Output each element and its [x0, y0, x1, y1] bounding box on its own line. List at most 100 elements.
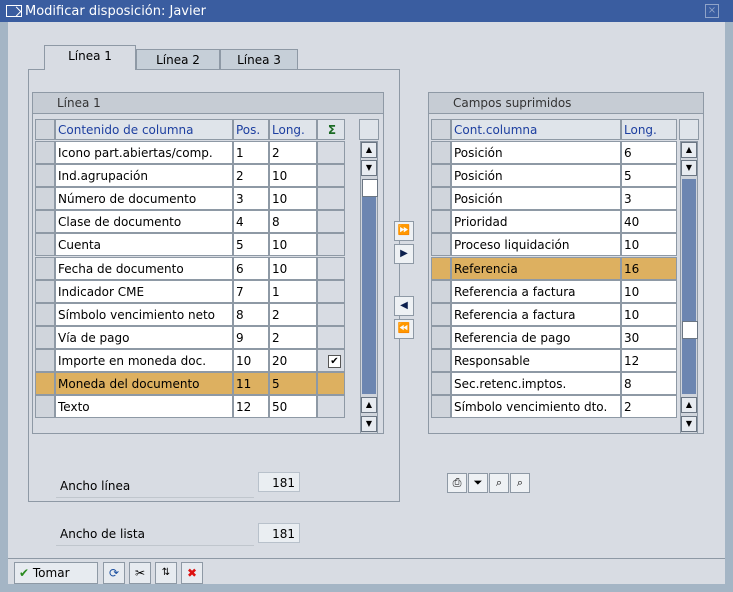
content-cell[interactable]: Importe en moneda doc. [55, 348, 233, 372]
content-cell[interactable]: Fecha de documento [55, 256, 233, 280]
scroll-down-icon[interactable]: ▼ [361, 416, 377, 432]
row-selector[interactable] [431, 302, 451, 326]
len-cell[interactable]: 5 [269, 372, 317, 395]
row-selector[interactable] [431, 164, 451, 188]
move-right-icon[interactable]: ▶ [394, 244, 414, 264]
row-selector[interactable] [35, 372, 55, 395]
row-selector[interactable] [431, 372, 451, 395]
row-selector[interactable] [431, 187, 451, 211]
scroll-down-icon[interactable]: ▼ [681, 160, 697, 176]
content-cell[interactable]: Icono part.abiertas/comp. [55, 141, 233, 164]
content-cell[interactable]: Símbolo vencimiento neto [55, 302, 233, 326]
tab-linea-1[interactable]: Línea 1 [44, 45, 136, 70]
pos-cell[interactable]: 2 [233, 164, 269, 188]
len-cell[interactable]: 10 [621, 279, 677, 303]
len-cell[interactable]: 10 [269, 164, 317, 188]
len-cell[interactable]: 8 [269, 210, 317, 234]
tomar-button[interactable]: ✔ Tomar [14, 562, 98, 584]
content-cell[interactable]: Posición [451, 141, 621, 164]
len-cell[interactable]: 3 [621, 187, 677, 211]
len-cell[interactable]: 40 [621, 210, 677, 234]
len-cell[interactable]: 30 [621, 325, 677, 349]
len-cell[interactable]: 2 [269, 325, 317, 349]
len-cell[interactable]: 2 [269, 141, 317, 164]
move-all-left-icon[interactable]: ⏪ [394, 319, 414, 339]
row-selector[interactable] [35, 141, 55, 164]
row-selector[interactable] [35, 187, 55, 211]
find-next-icon[interactable]: ⌕ [510, 473, 530, 493]
row-selector[interactable] [431, 141, 451, 164]
row-selector[interactable] [431, 395, 451, 419]
close-icon[interactable]: × [705, 4, 719, 18]
len-cell[interactable]: 10 [269, 187, 317, 211]
content-cell[interactable]: Número de documento [55, 187, 233, 211]
len-cell[interactable]: 20 [269, 348, 317, 372]
move-all-right-icon[interactable]: ⏩ [394, 221, 414, 241]
content-cell[interactable]: Texto [55, 395, 233, 419]
len-cell[interactable]: 16 [621, 256, 677, 280]
sum-cell[interactable] [317, 325, 345, 349]
row-selector[interactable] [35, 325, 55, 349]
find-icon[interactable]: ⌕ [489, 473, 509, 493]
content-cell[interactable]: Posición [451, 164, 621, 188]
left-scrollbar[interactable]: ▲ ▼ ▲ ▼ [360, 141, 378, 434]
sum-cell[interactable] [317, 164, 345, 188]
len-cell[interactable]: 10 [621, 302, 677, 326]
content-cell[interactable]: Cuenta [55, 233, 233, 257]
pos-cell[interactable]: 12 [233, 395, 269, 419]
pos-cell[interactable]: 5 [233, 233, 269, 257]
content-cell[interactable]: Referencia [451, 256, 621, 280]
row-selector[interactable] [35, 256, 55, 280]
row-selector[interactable] [431, 210, 451, 234]
len-cell[interactable]: 50 [269, 395, 317, 419]
row-selector[interactable] [35, 210, 55, 234]
pos-cell[interactable]: 1 [233, 141, 269, 164]
content-cell[interactable]: Proceso liquidación [451, 233, 621, 257]
pos-cell[interactable]: 8 [233, 302, 269, 326]
len-cell[interactable]: 12 [621, 348, 677, 372]
row-selector[interactable] [35, 164, 55, 188]
content-cell[interactable]: Moneda del documento [55, 372, 233, 395]
sum-cell[interactable] [317, 141, 345, 164]
sum-cell[interactable] [317, 233, 345, 257]
content-cell[interactable]: Referencia de pago [451, 325, 621, 349]
pos-cell[interactable]: 3 [233, 187, 269, 211]
cut-icon[interactable]: ✂ [129, 562, 151, 584]
pos-cell[interactable]: 11 [233, 372, 269, 395]
sum-cell[interactable] [317, 210, 345, 234]
sum-checkbox[interactable]: ✔ [328, 354, 341, 368]
sum-cell[interactable] [317, 302, 345, 326]
sum-cell[interactable]: ✔ [317, 348, 345, 372]
len-cell[interactable]: 2 [621, 395, 677, 419]
content-cell[interactable]: Posición [451, 187, 621, 211]
sort-icon[interactable]: ⇅ [155, 562, 177, 584]
right-scrollbar[interactable]: ▲ ▼ ▲ ▼ [680, 141, 698, 434]
scroll-thumb[interactable] [682, 321, 698, 339]
content-cell[interactable]: Indicador CME [55, 279, 233, 303]
sum-cell[interactable] [317, 279, 345, 303]
scroll-up-icon[interactable]: ▲ [361, 142, 377, 158]
scroll-down-icon[interactable]: ▼ [361, 160, 377, 176]
content-cell[interactable]: Vía de pago [55, 325, 233, 349]
tab-linea-3[interactable]: Línea 3 [220, 49, 298, 69]
len-cell[interactable]: 1 [269, 279, 317, 303]
refresh-icon[interactable]: ⟳ [103, 562, 125, 584]
len-cell[interactable]: 10 [621, 233, 677, 257]
row-selector[interactable] [35, 279, 55, 303]
content-cell[interactable]: Referencia a factura [451, 279, 621, 303]
len-cell[interactable]: 10 [269, 233, 317, 257]
len-cell[interactable]: 5 [621, 164, 677, 188]
sum-cell[interactable] [317, 395, 345, 419]
row-selector[interactable] [431, 256, 451, 280]
pos-cell[interactable]: 4 [233, 210, 269, 234]
print-icon[interactable]: ⎙ [447, 473, 467, 493]
len-cell[interactable]: 6 [621, 141, 677, 164]
sum-cell[interactable] [317, 372, 345, 395]
scroll-thumb[interactable] [362, 179, 378, 197]
content-cell[interactable]: Sec.retenc.imptos. [451, 372, 621, 395]
len-cell[interactable]: 2 [269, 302, 317, 326]
len-cell[interactable]: 10 [269, 256, 317, 280]
scroll-track[interactable] [362, 179, 378, 394]
row-selector[interactable] [431, 348, 451, 372]
content-cell[interactable]: Referencia a factura [451, 302, 621, 326]
